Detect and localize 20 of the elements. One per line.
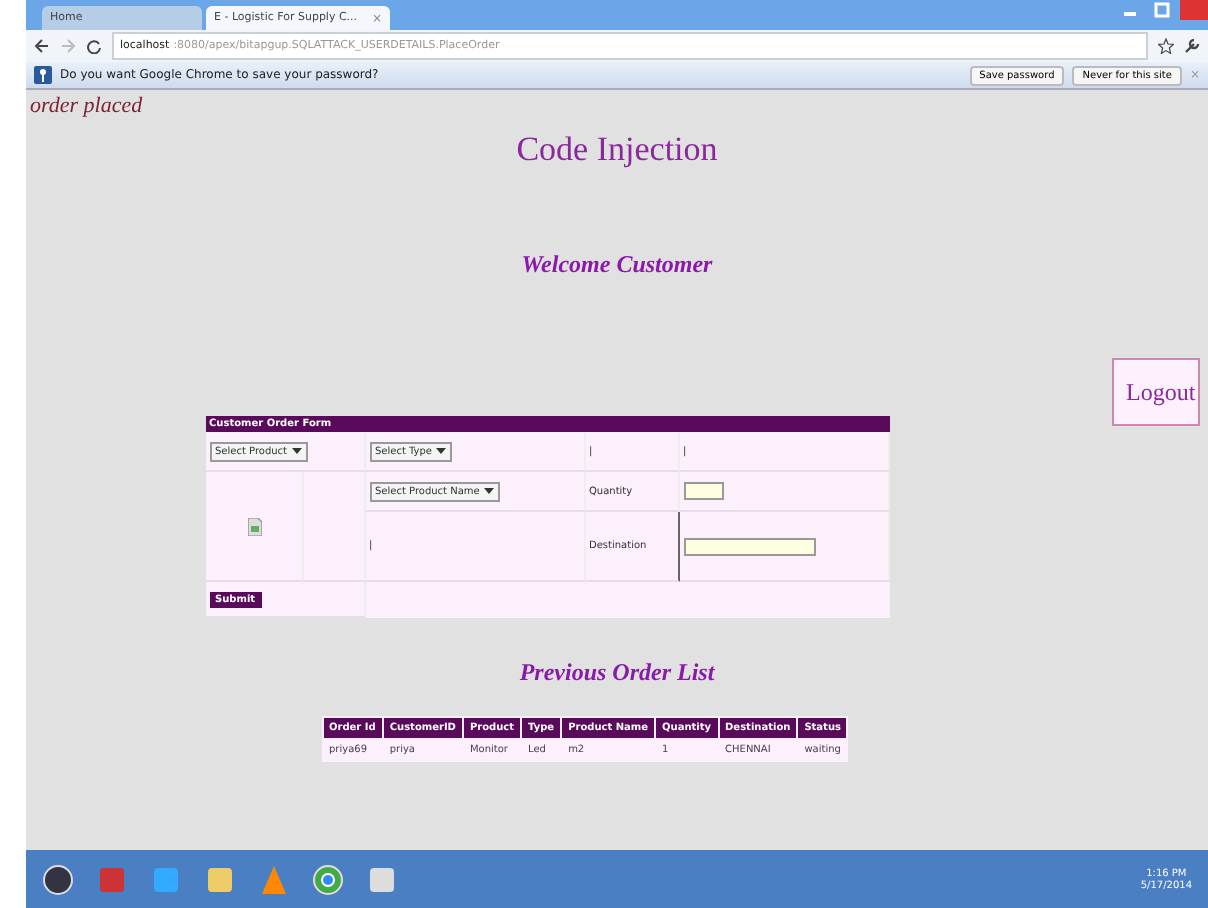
caret-icon xyxy=(436,446,446,456)
orders-heading: Previous Order List xyxy=(519,658,715,688)
quantity-field[interactable] xyxy=(683,482,723,500)
wrench-icon[interactable] xyxy=(1184,38,1200,54)
status-message: order placed xyxy=(30,94,143,118)
reload-icon[interactable] xyxy=(86,38,102,54)
destination-field[interactable] xyxy=(683,537,815,555)
key-icon xyxy=(34,66,52,84)
logout-button[interactable]: Logout xyxy=(1112,358,1200,426)
forward-icon[interactable] xyxy=(60,38,76,54)
caret-icon xyxy=(483,486,494,496)
back-icon[interactable] xyxy=(34,38,50,54)
chrome-icon[interactable] xyxy=(312,863,344,895)
page-title: Code Injection xyxy=(516,130,718,170)
star-icon[interactable] xyxy=(1158,38,1174,54)
caret-icon xyxy=(291,446,301,456)
cone-icon[interactable] xyxy=(258,863,290,895)
start-icon[interactable] xyxy=(42,863,74,895)
broken-image-icon xyxy=(248,517,262,535)
welcome-heading: Welcome Customer xyxy=(521,250,713,280)
